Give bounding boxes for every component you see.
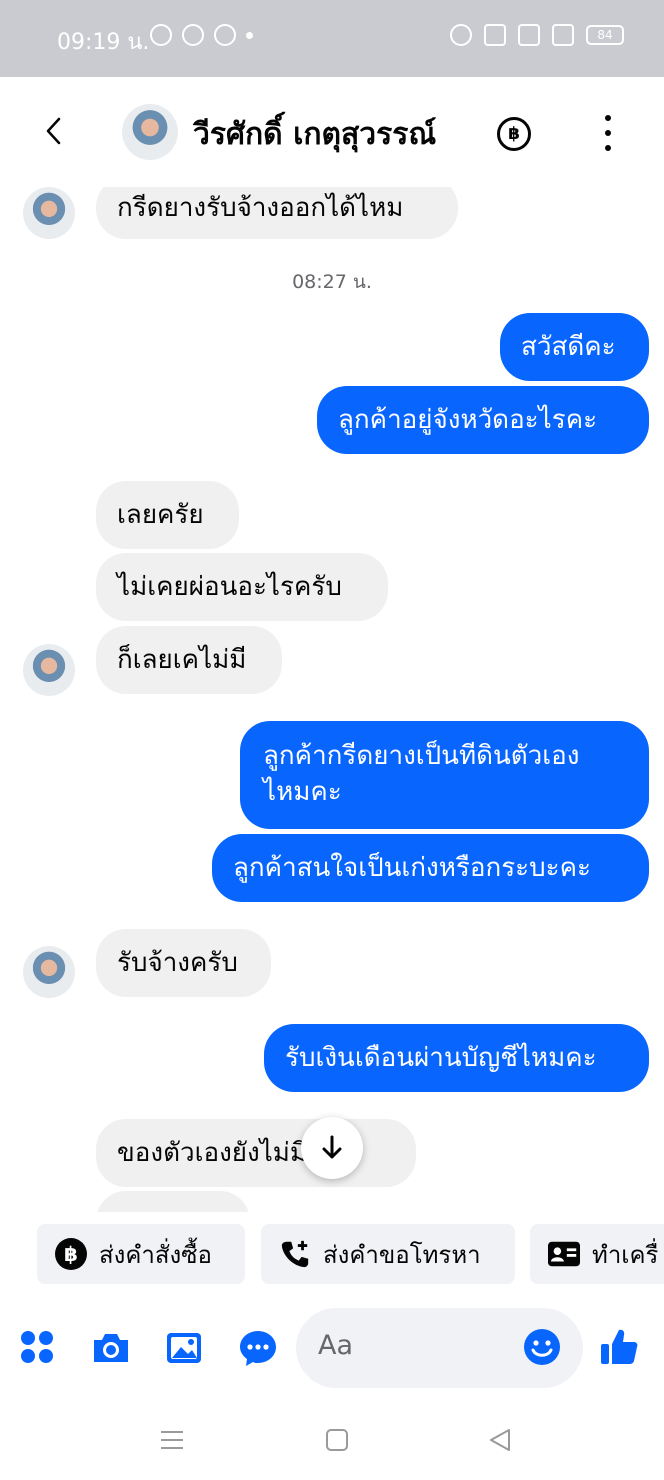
message-list: กรีดยางรับจ้างออกได้ไหม 08:27 น. สวัสดีค… xyxy=(0,187,664,1212)
sender-avatar xyxy=(23,644,75,696)
outgoing-message[interactable]: ลูกค้าสนใจเป็นเก่งหรือกระบะคะ xyxy=(212,834,649,902)
incoming-message-partial[interactable] xyxy=(96,1191,250,1212)
svg-text:฿: ฿ xyxy=(64,1242,78,1266)
apps-menu-icon[interactable] xyxy=(18,1328,58,1368)
create-card-chip[interactable]: ทำเครื่ xyxy=(530,1224,664,1284)
incoming-message[interactable]: ของตัวเองยังไม่มีกรีด xyxy=(96,1119,416,1187)
message-timestamp: 08:27 น. xyxy=(292,271,372,293)
arrow-down-icon xyxy=(322,1135,342,1159)
sender-avatar xyxy=(23,187,75,239)
contact-name[interactable]: วีรศักดิ์ เกตุสุวรรณ์ xyxy=(193,111,436,158)
incoming-message[interactable]: ก็เลยเคไม่มี xyxy=(96,626,282,694)
incoming-message[interactable]: รับจ้างครับ xyxy=(96,929,271,997)
camera-icon[interactable] xyxy=(90,1328,130,1368)
request-call-chip[interactable]: ส่งคำขอโทรหา xyxy=(261,1224,515,1284)
incoming-message[interactable]: ไม่เคยผ่อนอะไรครับ xyxy=(96,553,388,621)
incoming-message[interactable]: เลยครัย xyxy=(96,481,239,549)
more-options-icon[interactable] xyxy=(600,115,616,151)
back-triangle-icon[interactable] xyxy=(486,1426,514,1454)
status-bar: 09:19 น. 84 xyxy=(0,0,664,77)
back-button[interactable] xyxy=(36,113,72,149)
gallery-icon[interactable] xyxy=(164,1328,204,1368)
line-notification-icon xyxy=(214,24,236,46)
message-composer: Aa xyxy=(0,1296,664,1400)
emoji-icon[interactable] xyxy=(522,1327,562,1367)
baht-payment-icon[interactable]: ฿ xyxy=(497,117,531,151)
outgoing-message[interactable]: รับเงินเดือนผ่านบัญชีไหมคะ xyxy=(264,1024,649,1092)
outgoing-message[interactable]: ลูกค้ากรีดยางเป็นทีดินตัวเอง ไหมคะ xyxy=(240,721,649,829)
send-order-chip[interactable]: ฿ ส่งคำสั่งซื้อ xyxy=(37,1224,245,1284)
send-order-label: ส่งคำสั่งซื้อ xyxy=(99,1240,212,1269)
alarm-icon xyxy=(450,24,472,46)
outgoing-message[interactable]: ลูกค้าอยู่จังหวัดอะไรคะ xyxy=(317,386,649,454)
scroll-to-bottom-button[interactable] xyxy=(301,1117,363,1179)
quick-action-bar: ฿ ส่งคำสั่งซื้อ ส่งคำขอโทรหา ทำเครื่ xyxy=(0,1212,664,1296)
contact-avatar[interactable] xyxy=(122,104,178,160)
notification-app-icon xyxy=(150,24,172,46)
create-card-label: ทำเครื่ xyxy=(592,1240,659,1269)
back-arrow-icon xyxy=(46,117,61,145)
sender-avatar xyxy=(23,946,75,998)
chat-header: วีรศักดิ์ เกตุสุวรรณ์ ฿ xyxy=(0,77,664,187)
status-system-icons: 84 xyxy=(450,24,624,46)
outgoing-message[interactable]: สวัสดีคะ xyxy=(500,313,649,381)
phone-plus-icon xyxy=(279,1238,311,1270)
id-card-icon xyxy=(548,1238,580,1270)
incoming-message[interactable]: กรีดยางรับจ้างออกได้ไหม xyxy=(96,187,458,239)
volte-icon xyxy=(518,24,540,46)
message-input-placeholder: Aa xyxy=(318,1330,354,1361)
messenger-notification-icon xyxy=(182,24,204,46)
chat-bubble-icon[interactable] xyxy=(238,1328,278,1368)
signal-icon xyxy=(552,24,574,46)
home-icon[interactable] xyxy=(323,1426,351,1454)
battery-icon: 84 xyxy=(586,25,624,45)
status-notification-icons xyxy=(150,24,253,46)
like-thumb-icon[interactable] xyxy=(598,1326,638,1366)
vibrate-icon xyxy=(484,24,506,46)
request-call-label: ส่งคำขอโทรหา xyxy=(323,1240,481,1269)
baht-circle-icon: ฿ xyxy=(55,1238,87,1270)
system-navigation-bar xyxy=(0,1400,664,1480)
message-input[interactable]: Aa xyxy=(296,1308,583,1388)
status-time: 09:19 น. xyxy=(57,30,150,55)
recent-apps-icon[interactable] xyxy=(158,1426,186,1454)
more-notifications-dot-icon xyxy=(246,31,253,39)
